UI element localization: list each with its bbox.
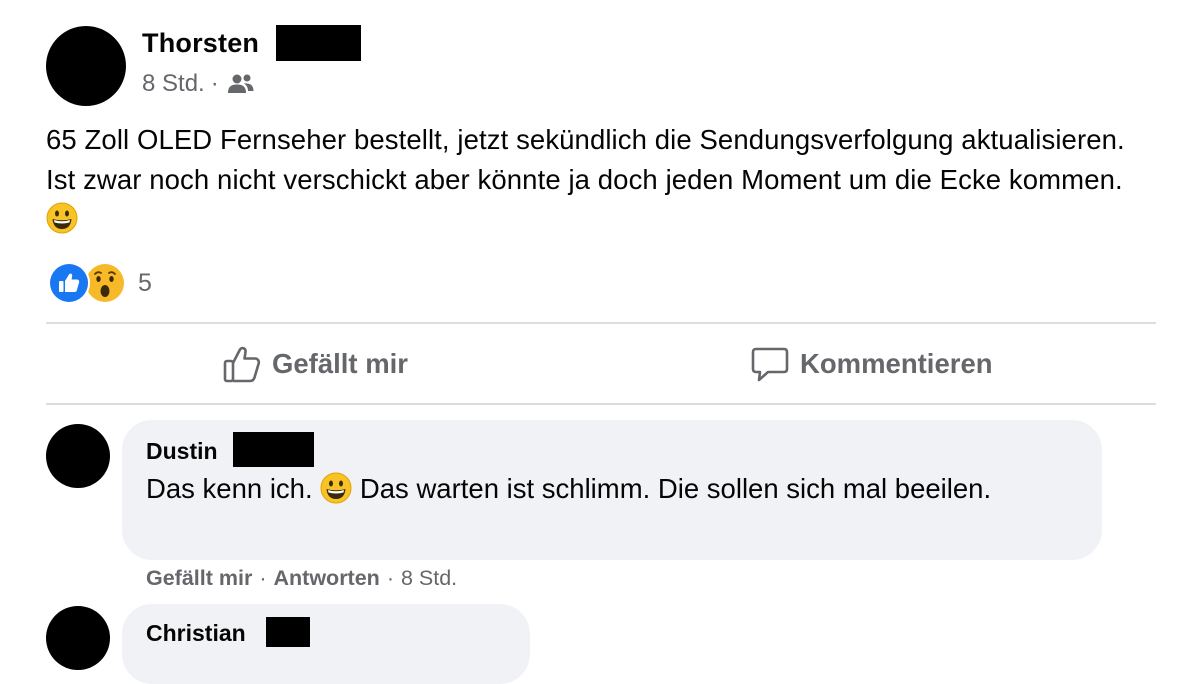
post-author-avatar[interactable] xyxy=(46,26,126,106)
reaction-count[interactable]: 5 xyxy=(138,269,152,298)
like-reaction-icon xyxy=(48,262,90,304)
comment-button-label: Kommentieren xyxy=(800,348,993,379)
meta-separator: · xyxy=(386,566,394,590)
comment-author-name[interactable]: Christian xyxy=(146,620,246,647)
comment-timestamp[interactable]: 8 Std. xyxy=(401,566,457,591)
divider xyxy=(46,403,1156,405)
comment-author-name[interactable]: Dustin xyxy=(146,438,218,465)
like-button-label: Gefällt mir xyxy=(272,348,409,379)
like-button[interactable]: Gefällt mir xyxy=(222,340,408,388)
wow-reaction-icon xyxy=(84,262,126,304)
post-text: 65 Zoll OLED Fernseher bestellt, jetzt s… xyxy=(46,120,1156,245)
comment-text-part: Das kenn ich. xyxy=(146,473,321,504)
post-timestamp[interactable]: 8 Std. xyxy=(142,70,205,98)
friends-icon[interactable] xyxy=(227,73,255,95)
redaction-bar xyxy=(233,432,314,467)
redaction-bar xyxy=(266,617,310,647)
comment-reply-link[interactable]: Antworten xyxy=(274,566,380,591)
redaction-bar xyxy=(276,25,361,61)
reaction-summary[interactable]: 5 xyxy=(48,262,152,304)
thumbs-up-icon xyxy=(222,344,272,384)
grinning-face-emoji xyxy=(320,472,352,514)
comment-like-link[interactable]: Gefällt mir xyxy=(146,566,252,591)
comment-author-avatar[interactable] xyxy=(46,424,110,488)
comment-text-part: Das warten ist schlimm. Die sollen sich … xyxy=(352,473,992,504)
post-meta: 8 Std. · xyxy=(142,70,255,98)
grinning-face-emoji xyxy=(46,202,78,245)
comment-actions: Gefällt mir · Antworten · 8 Std. xyxy=(146,566,457,591)
comment-icon xyxy=(750,344,800,384)
post-text-body: 65 Zoll OLED Fernseher bestellt, jetzt s… xyxy=(46,124,1125,195)
post-author-name[interactable]: Thorsten xyxy=(142,28,259,59)
meta-separator: · xyxy=(210,70,219,97)
comment-author-avatar[interactable] xyxy=(46,606,110,670)
divider xyxy=(46,322,1156,324)
comment-text: Das kenn ich. Das warten ist schlimm. Di… xyxy=(146,470,1046,514)
meta-separator: · xyxy=(259,566,267,590)
comment-button[interactable]: Kommentieren xyxy=(750,340,993,388)
